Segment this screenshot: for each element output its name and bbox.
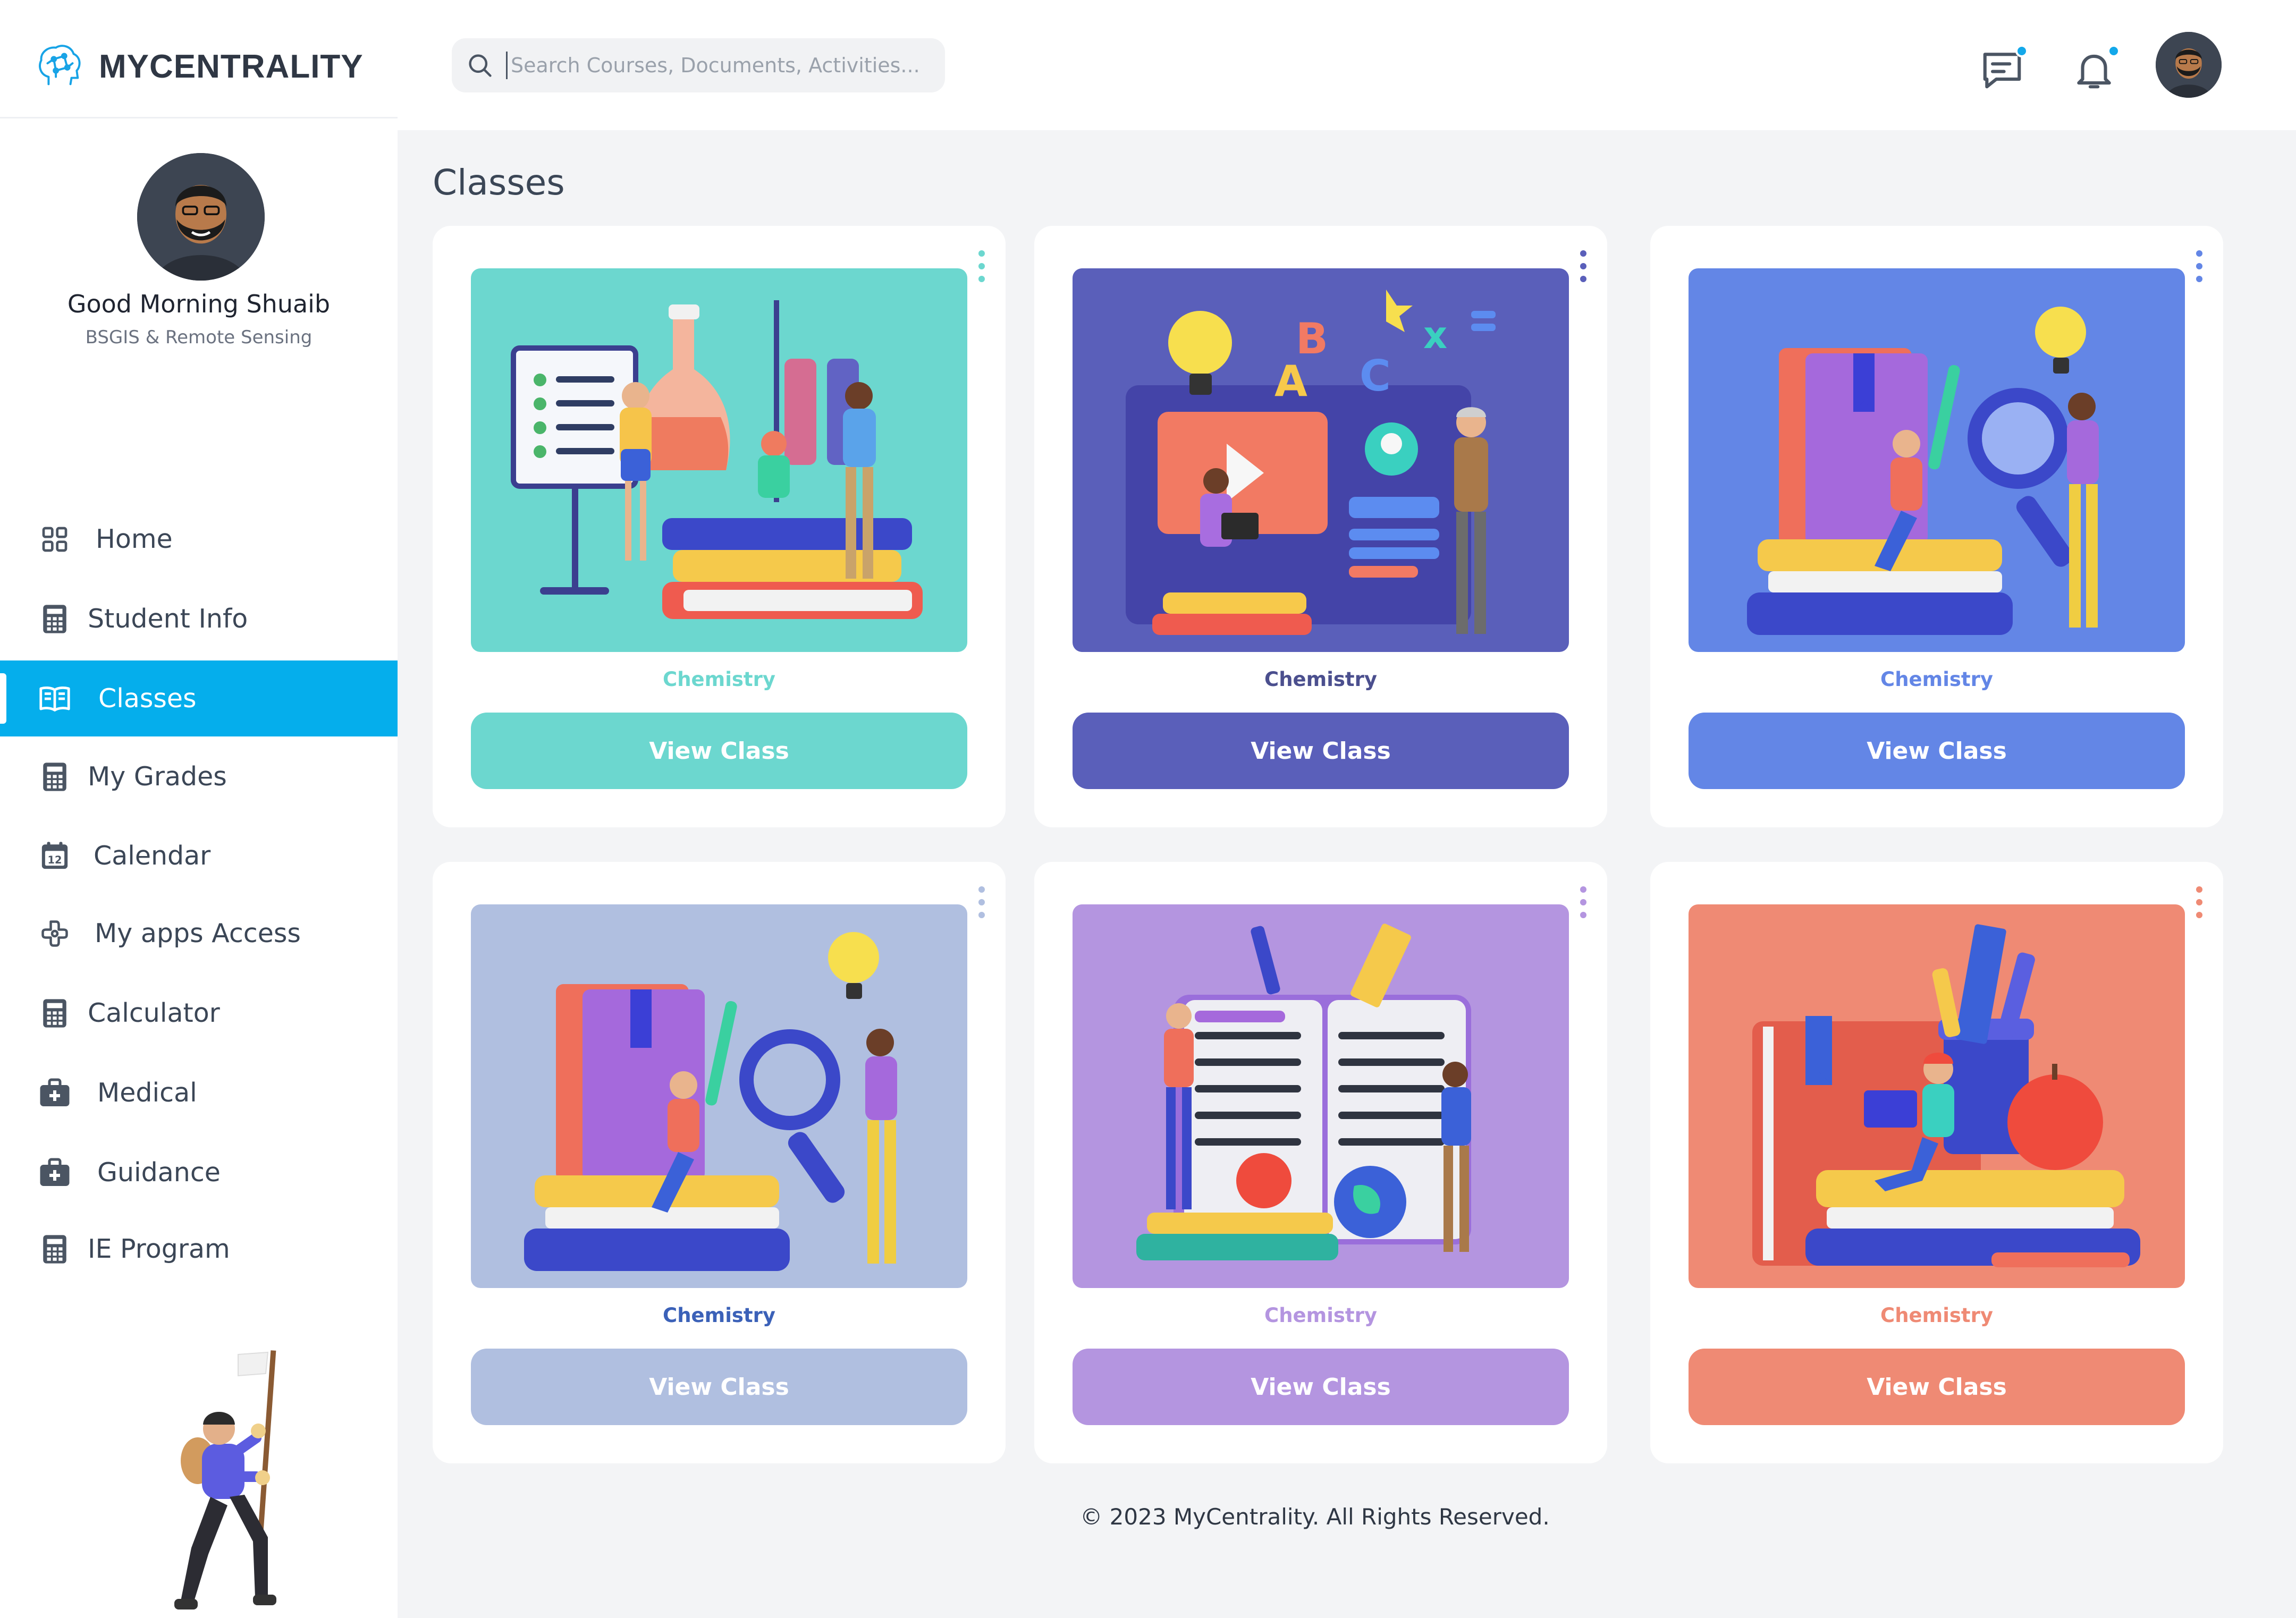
- card-menu-button[interactable]: [974, 883, 990, 921]
- search-icon: [463, 49, 496, 82]
- app-name: MYCENTRALITY: [99, 48, 364, 85]
- grid-icon: [38, 523, 71, 556]
- profile-avatar[interactable]: [137, 153, 265, 281]
- class-illustration: [1689, 904, 2185, 1288]
- sidebar: Good Morning Shuaib BSGIS & Remote Sensi…: [0, 118, 398, 1618]
- class-illustration: B A C x: [1073, 268, 1569, 652]
- class-illustration: [471, 268, 967, 652]
- sidebar-item-guidance[interactable]: Guidance: [0, 1134, 398, 1210]
- svg-text:12: 12: [48, 854, 62, 866]
- class-card: Chemistry View Class: [433, 862, 1006, 1463]
- calculator-icon: [38, 1233, 71, 1266]
- sidebar-item-label: Student Info: [88, 604, 248, 634]
- sidebar-item-label: My Grades: [88, 761, 227, 792]
- calendar-icon: 12: [38, 840, 71, 872]
- calculator-icon: [38, 997, 71, 1030]
- sidebar-item-label: IE Program: [88, 1234, 230, 1264]
- class-illustration: [471, 904, 967, 1288]
- view-class-button[interactable]: View Class: [1689, 713, 2185, 789]
- class-subject: Chemistry: [1880, 668, 1993, 691]
- search-bar[interactable]: [452, 38, 945, 92]
- sidebar-item-label: Medical: [97, 1078, 197, 1108]
- view-class-button[interactable]: View Class: [471, 713, 967, 789]
- class-card: Chemistry View Class: [1650, 226, 2223, 827]
- notifications-button[interactable]: [2065, 41, 2123, 100]
- sidebar-item-my-grades[interactable]: My Grades: [0, 739, 398, 815]
- svg-text:C: C: [1360, 351, 1391, 401]
- sidebar-item-my-apps-access[interactable]: My apps Access: [0, 895, 398, 971]
- sidebar-item-label: Calendar: [94, 841, 211, 871]
- page-title: Classes: [433, 162, 565, 203]
- card-menu-button[interactable]: [1575, 247, 1591, 285]
- class-illustration: [1073, 904, 1569, 1288]
- card-menu-button[interactable]: [2191, 883, 2207, 921]
- card-menu-button[interactable]: [974, 247, 990, 285]
- view-class-button[interactable]: View Class: [1073, 1349, 1569, 1425]
- sidebar-item-classes[interactable]: Classes: [0, 660, 398, 736]
- sidebar-item-calendar[interactable]: 12 Calendar: [0, 818, 398, 894]
- view-class-button[interactable]: View Class: [471, 1349, 967, 1425]
- brain-logo-icon: [33, 40, 85, 92]
- sidebar-item-student-info[interactable]: Student Info: [0, 581, 398, 657]
- hiker-illustration: [149, 1346, 319, 1618]
- sidebar-item-label: Home: [96, 524, 173, 554]
- view-class-button[interactable]: View Class: [1689, 1349, 2185, 1425]
- message-notification-dot: [2015, 45, 2028, 57]
- class-card: Chemistry View Class: [1650, 862, 2223, 1463]
- svg-text:A: A: [1274, 357, 1307, 406]
- class-subject: Chemistry: [1880, 1304, 1993, 1327]
- top-bar: MYCENTRALITY: [0, 0, 2296, 130]
- footer-text: © 2023 MyCentrality. All Rights Reserved…: [1080, 1504, 1550, 1530]
- sidebar-item-ie-program[interactable]: IE Program: [0, 1211, 398, 1287]
- class-illustration: [1689, 268, 2185, 652]
- user-avatar: [2156, 32, 2222, 98]
- sidebar-item-label: Classes: [98, 683, 197, 714]
- sidebar-item-label: Calculator: [88, 998, 220, 1028]
- class-card: Chemistry View Class: [433, 226, 1006, 827]
- medical-kit-icon: [38, 1077, 71, 1109]
- class-subject: Chemistry: [663, 1304, 775, 1327]
- book-open-icon: [38, 682, 71, 715]
- messages-button[interactable]: [1973, 41, 2031, 100]
- greeting-text: Good Morning Shuaib: [67, 290, 331, 318]
- class-subject: Chemistry: [1264, 668, 1377, 691]
- svg-text:x: x: [1423, 314, 1447, 357]
- calculator-icon: [38, 603, 71, 636]
- program-text: BSGIS & Remote Sensing: [85, 327, 313, 348]
- sidebar-item-medical[interactable]: Medical: [0, 1055, 398, 1131]
- brand[interactable]: MYCENTRALITY: [33, 37, 364, 96]
- bell-notification-dot: [2107, 45, 2120, 57]
- card-menu-button[interactable]: [2191, 247, 2207, 285]
- class-subject: Chemistry: [663, 668, 775, 691]
- class-subject: Chemistry: [1264, 1304, 1377, 1327]
- view-class-button[interactable]: View Class: [1073, 713, 1569, 789]
- class-card: B A C x Chemistry View Class: [1034, 226, 1607, 827]
- user-avatar-button[interactable]: [2156, 32, 2222, 98]
- card-menu-button[interactable]: [1575, 883, 1591, 921]
- apps-icon: [38, 917, 71, 950]
- sidebar-item-label: My apps Access: [95, 918, 301, 948]
- class-card: Chemistry View Class: [1034, 862, 1607, 1463]
- sidebar-item-calculator[interactable]: Calculator: [0, 975, 398, 1051]
- medical-kit-icon: [38, 1156, 71, 1189]
- search-input[interactable]: [506, 52, 921, 79]
- sidebar-item-label: Guidance: [97, 1157, 221, 1188]
- sidebar-item-home[interactable]: Home: [0, 501, 398, 577]
- calculator-icon: [38, 760, 71, 793]
